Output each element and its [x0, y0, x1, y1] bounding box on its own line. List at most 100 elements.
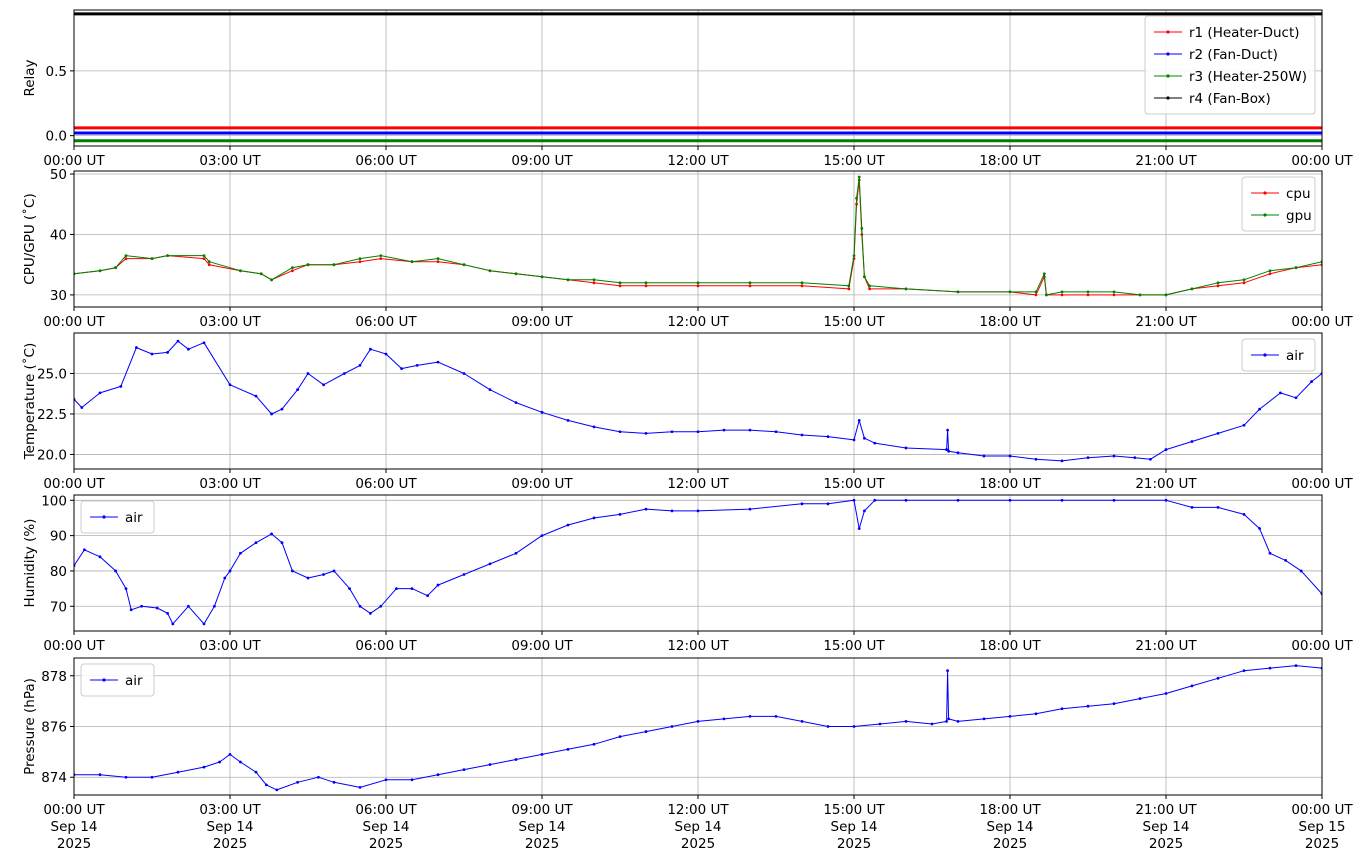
data-point [254, 394, 258, 398]
y-tick-label: 0.5 [46, 64, 67, 80]
data-point [748, 507, 752, 511]
data-point [135, 346, 138, 349]
data-point [696, 284, 700, 288]
data-point [852, 438, 856, 442]
data-point [748, 284, 752, 288]
data-point [1164, 498, 1168, 502]
x-tick-label: 09:00 UT Sep 14 2025 [511, 802, 573, 852]
data-point [1190, 684, 1194, 688]
x-tick-label: 00:00 UT [1291, 638, 1353, 654]
legend-label: r4 (Fan-Box) [1189, 91, 1271, 107]
data-point [860, 227, 864, 230]
y-tick-label: 25.0 [37, 366, 67, 382]
data-point [826, 502, 830, 506]
data-point [207, 263, 211, 267]
data-point [592, 742, 596, 746]
data-point [1268, 551, 1272, 555]
figure: 0.0 0.5 Relay 00:00 UT 03:00 UT 06:00 UT 09:00… [21, 9, 1353, 852]
data-point [155, 606, 159, 610]
y-axis-label: CPU/GPU (˚C) [21, 193, 38, 284]
data-point [384, 778, 388, 782]
data-point [358, 785, 362, 789]
data-point [379, 257, 383, 261]
data-point [800, 502, 804, 506]
data-point [1034, 457, 1038, 461]
data-point [873, 441, 877, 445]
data-point [540, 534, 544, 538]
x-tick-label: 12:00 UT [667, 476, 729, 492]
data-point [540, 410, 544, 414]
legend-label: gpu [1286, 208, 1312, 224]
x-tick-label: 21:00 UT [1135, 638, 1197, 654]
data-point [644, 507, 648, 511]
data-point [291, 269, 294, 273]
data-point [1034, 293, 1038, 297]
data-point [1216, 284, 1220, 288]
data-point [748, 714, 752, 718]
data-point [166, 254, 170, 258]
x-tick-label: 21:00 UT [1135, 314, 1197, 330]
data-point [1190, 440, 1194, 443]
data-point [98, 773, 102, 777]
legend-label: r2 (Fan-Duct) [1189, 47, 1278, 63]
data-point [462, 372, 466, 375]
data-point [166, 351, 170, 354]
data-point [150, 257, 154, 261]
data-point [618, 284, 622, 288]
data-point [696, 720, 700, 723]
data-point [436, 360, 440, 364]
data-point [800, 433, 804, 437]
data-point [343, 372, 346, 375]
data-point [140, 604, 144, 608]
y-tick-label: 876 [41, 720, 67, 736]
x-tick-label: 15:00 UT Sep 14 2025 [823, 802, 885, 852]
data-point [207, 260, 211, 264]
data-point [863, 436, 866, 440]
data-point [1133, 456, 1137, 460]
data-point [239, 269, 242, 273]
data-point [223, 576, 227, 580]
data-point [904, 446, 908, 450]
data-point [946, 428, 949, 432]
x-tick-label: 06:00 UT [355, 153, 417, 169]
legend-label: r1 (Heater-Duct) [1189, 25, 1300, 41]
x-tick-label: 00:00 UT [1291, 476, 1353, 492]
data-point [202, 257, 206, 261]
x-tick-label: 21:00 UT [1135, 153, 1197, 169]
data-point [1190, 505, 1194, 509]
panel-1: 0.0 0.5 Relay 00:00 UT 03:00 UT 06:00 UT 09:00… [22, 9, 1353, 169]
data-point [1086, 456, 1090, 460]
data-point [291, 266, 294, 270]
data-point [644, 281, 648, 285]
data-point [488, 388, 492, 392]
data-point [348, 587, 351, 591]
x-tick-label: 09:00 UT [511, 153, 573, 169]
legend: cpu gpu [1241, 176, 1316, 232]
y-axis-label: Pressure (hPa) [22, 678, 38, 775]
data-point [114, 569, 117, 573]
data-point [1112, 702, 1116, 706]
data-point [1086, 293, 1090, 297]
x-tick-label: 00:00 UT [43, 476, 105, 492]
data-point [1164, 448, 1168, 451]
data-point [384, 352, 388, 356]
data-point [1294, 396, 1298, 400]
x-tick-label: 09:00 UT [511, 638, 573, 654]
data-point [410, 778, 414, 782]
data-point [670, 509, 674, 513]
data-point [863, 509, 866, 513]
data-point [644, 431, 648, 435]
data-point [847, 284, 851, 288]
data-point [722, 717, 726, 721]
data-point [982, 454, 986, 458]
data-point [176, 770, 180, 774]
data-point [187, 347, 190, 351]
data-point [1284, 558, 1287, 562]
data-point [1164, 692, 1168, 695]
data-point [618, 281, 622, 285]
data-point [696, 430, 700, 434]
data-point [239, 551, 242, 555]
panel-3: 20.0 22.5 25.0Temperature (˚C) 00:00 UT 03:0… [21, 332, 1353, 492]
data-point [904, 720, 908, 723]
data-point [566, 278, 570, 282]
